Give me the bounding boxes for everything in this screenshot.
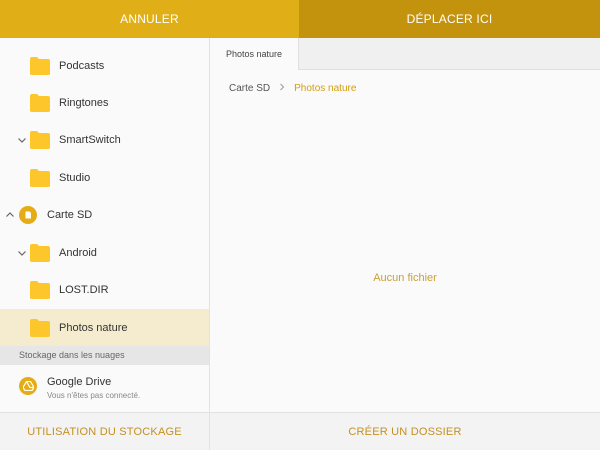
folder-tree-sidebar: Podcasts Ringtones SmartSwitch Studio Ca… bbox=[0, 38, 210, 412]
google-drive-item[interactable]: Google Drive Vous n'êtes pas connecté. bbox=[0, 365, 209, 410]
bottom-action-bar: UTILISATION DU STOCKAGE CRÉER UN DOSSIER bbox=[0, 412, 600, 450]
tab-photos-nature[interactable]: Photos nature bbox=[210, 38, 299, 70]
top-action-bar: ANNULER DÉPLACER ICI bbox=[0, 0, 600, 38]
tree-item-label: Ringtones bbox=[59, 96, 109, 109]
google-drive-icon bbox=[19, 377, 37, 395]
chevron-down-icon[interactable] bbox=[16, 247, 28, 259]
tree-item-label: Studio bbox=[59, 171, 91, 184]
chevron-right-icon bbox=[278, 83, 286, 94]
folder-icon bbox=[30, 168, 50, 187]
tree-item-studio[interactable]: Studio bbox=[0, 159, 209, 196]
tab-strip: Photos nature bbox=[210, 38, 600, 70]
tree-item-label: Carte SD bbox=[47, 208, 93, 221]
tree-item-label: Podcasts bbox=[59, 59, 105, 72]
folder-icon bbox=[30, 318, 50, 337]
sd-card-icon bbox=[19, 205, 37, 224]
folder-icon bbox=[30, 280, 50, 299]
breadcrumb-current: Photos nature bbox=[294, 83, 357, 94]
tree-item-label: Android bbox=[59, 246, 97, 259]
tree-item-photos-nature[interactable]: Photos nature bbox=[0, 309, 209, 346]
tree-item-lost-dir[interactable]: LOST.DIR bbox=[0, 271, 209, 308]
folder-icon bbox=[30, 130, 50, 149]
breadcrumb-root[interactable]: Carte SD bbox=[229, 83, 270, 94]
cloud-storage-header: Stockage dans les nuages bbox=[0, 346, 209, 365]
folder-icon bbox=[30, 243, 50, 262]
create-folder-button[interactable]: CRÉER UN DOSSIER bbox=[210, 413, 600, 450]
tree-item-sd-card[interactable]: Carte SD bbox=[0, 196, 209, 233]
tree-item-label: LOST.DIR bbox=[59, 283, 109, 296]
folder-icon bbox=[30, 93, 50, 112]
empty-state-message: Aucun fichier bbox=[373, 272, 437, 284]
tree-item-ringtones[interactable]: Ringtones bbox=[0, 84, 209, 121]
move-here-button[interactable]: DÉPLACER ICI bbox=[299, 0, 600, 38]
main-pane: Photos nature Carte SD Photos nature Auc… bbox=[210, 38, 600, 412]
tree-item-android[interactable]: Android bbox=[0, 234, 209, 271]
chevron-up-icon[interactable] bbox=[4, 209, 16, 221]
folder-icon bbox=[30, 56, 50, 75]
google-drive-status: Vous n'êtes pas connecté. bbox=[47, 391, 141, 400]
tree-item-label: SmartSwitch bbox=[59, 133, 121, 146]
chevron-down-icon[interactable] bbox=[16, 134, 28, 146]
cancel-button[interactable]: ANNULER bbox=[0, 0, 299, 38]
tree-item-podcasts[interactable]: Podcasts bbox=[0, 47, 209, 84]
breadcrumb: Carte SD Photos nature bbox=[229, 83, 356, 94]
tree-item-smartswitch[interactable]: SmartSwitch bbox=[0, 121, 209, 158]
google-drive-title: Google Drive bbox=[47, 376, 112, 388]
storage-usage-button[interactable]: UTILISATION DU STOCKAGE bbox=[0, 413, 210, 450]
tree-item-label: Photos nature bbox=[59, 321, 128, 334]
